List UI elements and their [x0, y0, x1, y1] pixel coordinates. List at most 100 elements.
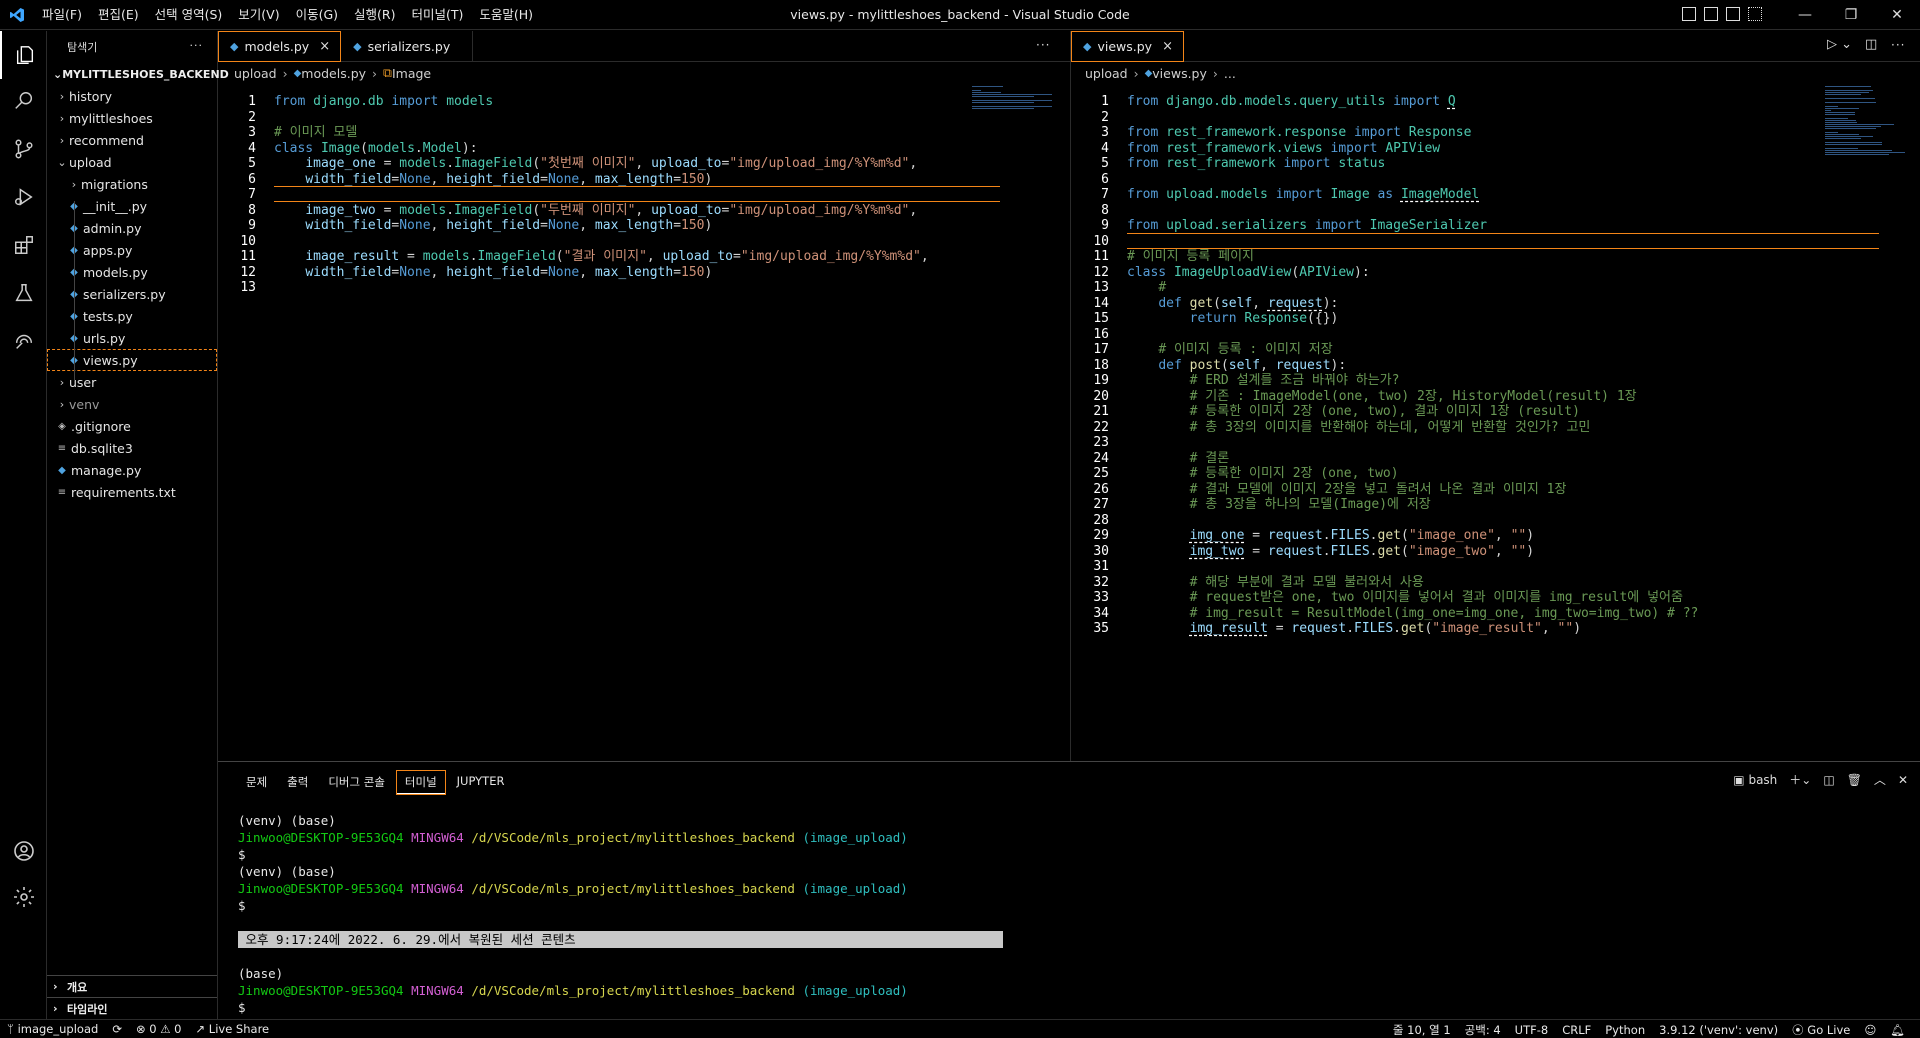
file-tree-item[interactable]: ≡ requirements.txt: [47, 481, 217, 503]
code-token: "": [1510, 543, 1527, 559]
workspace-root[interactable]: ⌄ MYLITTLESHOES_BACKEND: [47, 63, 229, 85]
menu-item[interactable]: 터미널(T): [404, 0, 472, 30]
search-icon[interactable]: [0, 77, 47, 125]
file-tree-item[interactable]: ◆admin.py: [47, 217, 217, 239]
git-branch-status[interactable]: ᛘ image_upload: [0, 1022, 105, 1036]
menu-item[interactable]: 편집(E): [90, 0, 147, 30]
chevron-right-icon: ›: [59, 89, 65, 103]
source-control-icon[interactable]: [0, 125, 47, 173]
terminal-text: $: [238, 898, 246, 913]
terminal-output[interactable]: (venv) (base) Jinwoo@DESKTOP-9E53GQ4 MING…: [238, 812, 1003, 1016]
new-terminal-icon[interactable]: ＋⌄: [1789, 771, 1811, 788]
toggle-sidebar-icon[interactable]: [1682, 7, 1696, 21]
account-icon[interactable]: [0, 827, 47, 875]
code-token: width_field: [305, 171, 392, 187]
live-share-status[interactable]: ↗ Live Share: [189, 1022, 277, 1036]
manage-gear-icon[interactable]: [0, 873, 47, 921]
minimize-icon[interactable]: —: [1782, 0, 1828, 30]
panel-tab[interactable]: JUPYTER: [449, 771, 513, 794]
code-token: as: [1377, 187, 1394, 202]
breadcrumb-item[interactable]: upload: [1085, 66, 1128, 81]
file-tree-item[interactable]: ◆tests.py: [47, 305, 217, 327]
menu-item[interactable]: 보기(V): [230, 0, 287, 30]
python-interpreter-status[interactable]: 3.9.12 ('venv': venv): [1652, 1023, 1785, 1037]
file-tree-item[interactable]: ◆ manage.py: [47, 459, 217, 481]
close-window-icon[interactable]: ✕: [1874, 0, 1920, 30]
maximize-panel-chevron-up-icon[interactable]: ︿: [1874, 771, 1886, 788]
restore-icon[interactable]: ❐: [1828, 0, 1874, 30]
eol-status[interactable]: CRLF: [1555, 1023, 1598, 1037]
file-tree-item[interactable]: ◆serializers.py: [47, 283, 217, 305]
breadcrumb-item[interactable]: views.py: [1152, 66, 1207, 81]
menu-item[interactable]: 파일(F): [34, 0, 90, 30]
close-panel-icon[interactable]: ✕: [1898, 773, 1908, 787]
python-file-icon: ◆: [58, 464, 66, 476]
breadcrumb-item[interactable]: upload: [234, 66, 277, 81]
close-tab-icon[interactable]: ×: [319, 39, 330, 54]
file-tree-item[interactable]: ◆views.py: [47, 349, 217, 371]
panel-tab[interactable]: 출력: [279, 771, 316, 794]
explorer-icon[interactable]: [0, 31, 47, 79]
terminal-shell-selector[interactable]: ▣ bash: [1733, 773, 1777, 787]
file-tree-item[interactable]: › history: [47, 85, 217, 107]
menu-item[interactable]: 도움말(H): [471, 0, 541, 30]
editor-tab-views-py[interactable]: ◆ views.py ×: [1071, 31, 1184, 62]
extensions-icon[interactable]: [0, 221, 47, 269]
split-editor-icon[interactable]: ◫: [1865, 37, 1877, 52]
file-tree-item[interactable]: ◆urls.py: [47, 327, 217, 349]
sync-icon[interactable]: ⟳: [105, 1022, 129, 1036]
file-tree-item[interactable]: ◈ .gitignore: [47, 415, 217, 437]
file-tree-item[interactable]: › venv: [47, 393, 217, 415]
split-terminal-icon[interactable]: ◫: [1823, 773, 1834, 787]
testing-flask-icon[interactable]: [0, 269, 47, 317]
file-tree-item[interactable]: › recommend: [47, 129, 217, 151]
problems-status[interactable]: ⊗ 0 ⚠ 0: [129, 1022, 189, 1036]
menu-item[interactable]: 선택 영역(S): [147, 0, 231, 30]
toggle-panel-icon[interactable]: [1704, 7, 1718, 21]
kill-terminal-trash-icon[interactable]: 🗑: [1847, 773, 1862, 787]
panel-tab[interactable]: 디버그 콘솔: [320, 771, 393, 794]
run-debug-icon[interactable]: [0, 173, 47, 221]
breadcrumb-item[interactable]: models.py: [301, 66, 366, 81]
accounts-status-icon[interactable]: ☺: [1857, 1023, 1883, 1037]
file-tree-item[interactable]: › user: [47, 371, 217, 393]
editor-tab-models-py[interactable]: ◆ models.py ×: [218, 31, 342, 62]
indentation-status[interactable]: 공백: 4: [1458, 1022, 1508, 1038]
timeline-section[interactable]: › 타임라인: [47, 997, 217, 1019]
editor-tab-serializers-py[interactable]: ◆ serializers.py: [341, 31, 474, 62]
file-tree-item[interactable]: ◆models.py: [47, 261, 217, 283]
menu-item[interactable]: 이동(G): [288, 0, 346, 30]
file-tree-item[interactable]: › migrations: [47, 173, 217, 195]
breadcrumb-item[interactable]: ...: [1224, 66, 1236, 81]
panel-tab[interactable]: 터미널: [395, 770, 446, 795]
panel-tab[interactable]: 문제: [238, 771, 275, 794]
left-group-more-icon[interactable]: ···: [1036, 38, 1050, 52]
file-tree-item[interactable]: ◆apps.py: [47, 239, 217, 261]
outline-section[interactable]: › 개요: [47, 975, 217, 997]
go-live-status[interactable]: ⦿ Go Live: [1785, 1022, 1857, 1038]
explorer-more-icon[interactable]: ···: [190, 39, 204, 52]
cursor-position-status[interactable]: 줄 10, 열 1: [1386, 1022, 1458, 1038]
code-token: "": [1557, 621, 1574, 636]
git-branch-icon: ᛘ: [7, 1022, 14, 1036]
toggle-secondary-sidebar-icon[interactable]: [1726, 7, 1740, 21]
right-group-more-icon[interactable]: ···: [1891, 38, 1905, 52]
menu-item[interactable]: 실행(R): [346, 0, 403, 30]
notifications-bell-icon[interactable]: 🔔︎: [1883, 1023, 1912, 1037]
breadcrumb-item[interactable]: Image: [392, 66, 431, 81]
encoding-status[interactable]: UTF-8: [1508, 1023, 1556, 1037]
file-tree-item[interactable]: › mylittleshoes: [47, 107, 217, 129]
left-code-editor[interactable]: 1 from django.db import models 2 3 # 이미지 모델 4…: [218, 84, 1070, 761]
file-tree-item[interactable]: ≡ db.sqlite3: [47, 437, 217, 459]
file-tree-item[interactable]: ◆__init__.py: [47, 195, 217, 217]
language-mode-status[interactable]: Python: [1598, 1023, 1652, 1037]
breadcrumb-chevron-icon: ›: [372, 65, 378, 81]
run-python-icon[interactable]: ▷ ⌄: [1827, 37, 1852, 52]
customize-layout-icon[interactable]: [1748, 7, 1762, 21]
remote-explorer-icon[interactable]: [0, 317, 47, 365]
layout-controls: [1682, 7, 1762, 21]
file-tree-item[interactable]: ⌄ upload: [47, 151, 217, 173]
close-tab-icon[interactable]: ×: [1162, 39, 1173, 54]
right-code-editor[interactable]: 1 from django.db.models.query_utils impor…: [1071, 84, 1920, 761]
